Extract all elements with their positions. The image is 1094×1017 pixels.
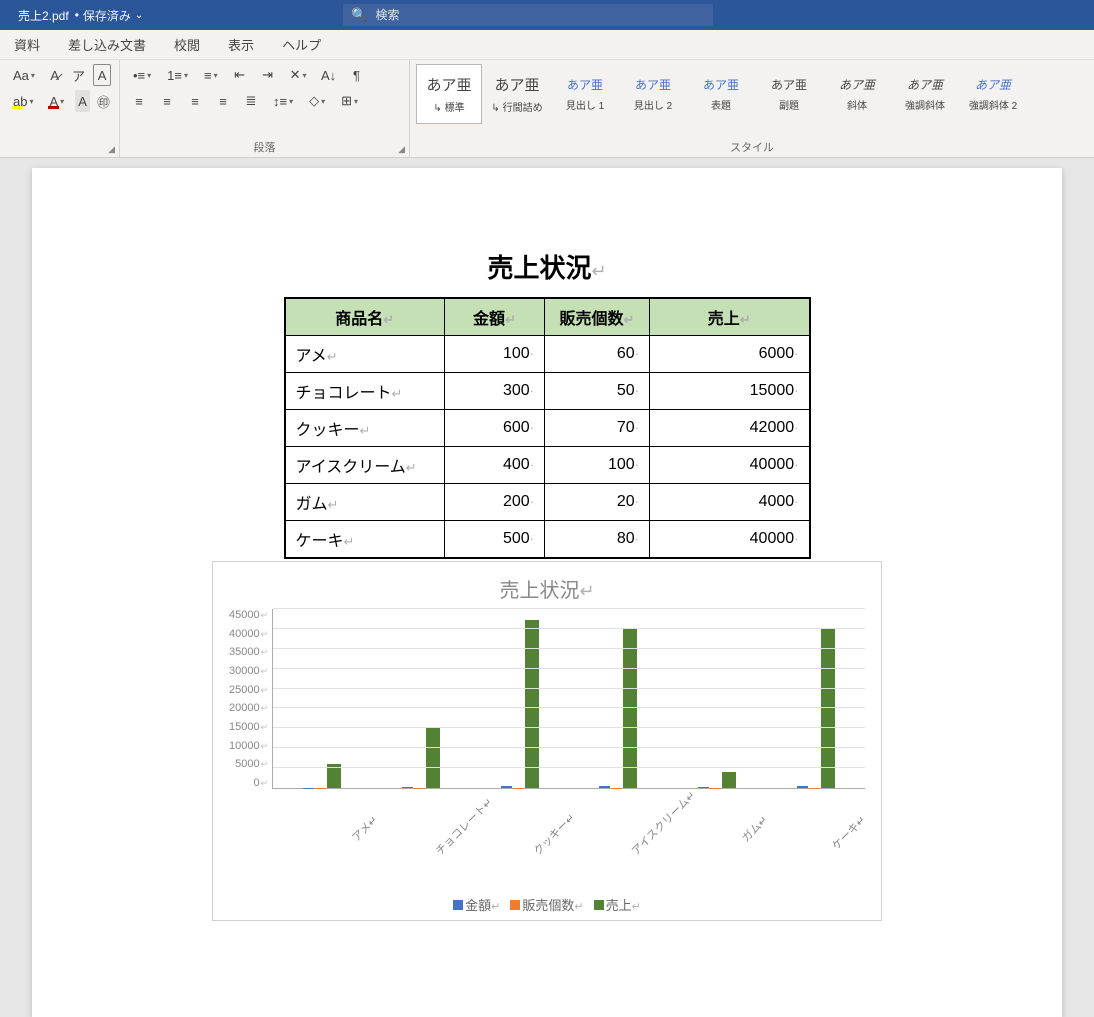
table-header: 商品名↵ — [285, 298, 445, 336]
tab-shiryou[interactable]: 資料 — [0, 30, 54, 60]
legend-item: 売上↵ — [594, 895, 641, 914]
style-強調斜体[interactable]: あア亜強調斜体 — [892, 64, 958, 124]
shading-button[interactable]: ◇ — [304, 90, 330, 112]
borders-button[interactable]: ⊞ — [336, 90, 363, 112]
table-row[interactable]: ケーキ↵500·80·40000· — [285, 521, 810, 559]
table-row[interactable]: ガム↵200·20·4000· — [285, 484, 810, 521]
search-box[interactable]: 🔍 — [343, 4, 713, 26]
legend-item: 金額↵ — [453, 895, 500, 914]
paragraph-mark-icon: ↵ — [591, 261, 606, 281]
styles-label: スタイル — [730, 139, 774, 155]
dialog-launcher-icon[interactable]: ◢ — [108, 144, 115, 155]
paragraph-label: 段落 — [254, 142, 276, 154]
change-case-button[interactable]: Aa — [8, 64, 40, 86]
legend-item: 販売個数↵ — [510, 895, 583, 914]
phonetic-guide-button[interactable]: ア — [70, 64, 88, 86]
font-color-button[interactable]: A — [44, 90, 69, 112]
table-header: 売上↵ — [650, 298, 810, 336]
align-left-button[interactable]: ≡ — [128, 90, 150, 112]
bullets-button[interactable]: •≡ — [128, 64, 156, 86]
character-shading-button[interactable]: A — [75, 90, 90, 112]
table-row[interactable]: アメ↵100·60·6000· — [285, 336, 810, 373]
line-spacing-button[interactable]: ↕≡ — [268, 90, 298, 112]
search-icon: 🔍 — [343, 7, 375, 23]
style-標準[interactable]: あア亜↳ 標準 — [416, 64, 482, 124]
ribbon: Aa A̷ ア A ab A A ㊞ ◢ •≡ 1≡ ≡ ⇤ ⇥ ✕ A — [0, 60, 1094, 158]
chart-title: 売上状況↵ — [229, 574, 865, 603]
character-border-button[interactable]: A — [93, 64, 111, 86]
group-paragraph: •≡ 1≡ ≡ ⇤ ⇥ ✕ A↓ ¶ ≡ ≡ ≡ ≡ ≣ ↕≡ ◇ ⊞ 段落 ◢ — [120, 60, 410, 157]
chevron-down-icon[interactable]: ⌄ — [135, 10, 143, 21]
clear-formatting-button[interactable]: A̷ — [46, 64, 64, 86]
align-center-button[interactable]: ≡ — [156, 90, 178, 112]
asian-layout-button[interactable]: ✕ — [285, 64, 312, 86]
sort-button[interactable]: A↓ — [318, 64, 340, 86]
document-filename: 売上2.pdf — [0, 7, 75, 24]
bar-group — [402, 728, 440, 788]
save-status: 保存済み — [83, 7, 131, 24]
decrease-indent-button[interactable]: ⇤ — [229, 64, 251, 86]
style-表題[interactable]: あア亜表題 — [688, 64, 754, 124]
tab-review[interactable]: 校閲 — [160, 30, 214, 60]
title-bar: 売上2.pdf • 保存済み ⌄ 🔍 — [0, 0, 1094, 30]
chart-y-axis: 4500040000350003000025000200001500010000… — [229, 609, 272, 789]
align-justify-button[interactable]: ≡ — [212, 90, 234, 112]
group-font: Aa A̷ ア A ab A A ㊞ ◢ — [0, 60, 120, 157]
show-marks-button[interactable]: ¶ — [346, 64, 368, 86]
page[interactable]: 売上状況↵ 商品名↵金額↵販売個数↵売上↵ アメ↵100·60·6000·チョコ… — [32, 168, 1062, 1017]
dialog-launcher-icon[interactable]: ◢ — [398, 144, 405, 155]
style-見出し 1[interactable]: あア亜見出し 1 — [552, 64, 618, 124]
tab-mailings[interactable]: 差し込み文書 — [54, 30, 160, 60]
style-行間詰め[interactable]: あア亜↳ 行間詰め — [484, 64, 550, 124]
chart-legend: 金額↵ 販売個数↵ 売上↵ — [229, 895, 865, 914]
search-input[interactable] — [376, 8, 714, 22]
document-title: 売上状況↵ — [112, 248, 982, 285]
bar-group — [698, 772, 736, 788]
ribbon-tabs: 資料 差し込み文書 校閲 表示 ヘルプ — [0, 30, 1094, 60]
table-row[interactable]: チョコレート↵300·50·15000· — [285, 373, 810, 410]
bar-group — [501, 620, 539, 788]
style-斜体[interactable]: あア亜斜体 — [824, 64, 890, 124]
table-header: 金額↵ — [445, 298, 545, 336]
chart-plot-area — [272, 609, 865, 789]
table-header: 販売個数↵ — [545, 298, 650, 336]
multilevel-list-button[interactable]: ≡ — [199, 64, 223, 86]
style-副題[interactable]: あア亜副題 — [756, 64, 822, 124]
numbering-button[interactable]: 1≡ — [162, 64, 193, 86]
sales-chart[interactable]: 売上状況↵ 4500040000350003000025000200001500… — [212, 561, 882, 921]
chart-x-axis: アメ↵チョコレート↵クッキー↵アイスクリーム↵ガム↵ケーキ↵ — [229, 795, 865, 835]
tab-view[interactable]: 表示 — [214, 30, 268, 60]
tab-help[interactable]: ヘルプ — [268, 30, 335, 60]
highlight-color-button[interactable]: ab — [8, 90, 38, 112]
group-styles: あア亜↳ 標準あア亜↳ 行間詰めあア亜見出し 1あア亜見出し 2あア亜表題あア亜… — [410, 60, 1094, 157]
table-row[interactable]: アイスクリーム↵400·100·40000· — [285, 447, 810, 484]
increase-indent-button[interactable]: ⇥ — [257, 64, 279, 86]
align-right-button[interactable]: ≡ — [184, 90, 206, 112]
enclose-characters-button[interactable]: ㊞ — [96, 90, 111, 112]
distribute-button[interactable]: ≣ — [240, 90, 262, 112]
table-row[interactable]: クッキー↵600·70·42000· — [285, 410, 810, 447]
style-見出し 2[interactable]: あア亜見出し 2 — [620, 64, 686, 124]
style-強調斜体 2[interactable]: あア亜強調斜体 2 — [960, 64, 1026, 124]
sales-table[interactable]: 商品名↵金額↵販売個数↵売上↵ アメ↵100·60·6000·チョコレート↵30… — [284, 297, 811, 559]
document-area[interactable]: 売上状況↵ 商品名↵金額↵販売個数↵売上↵ アメ↵100·60·6000·チョコ… — [0, 158, 1094, 1017]
